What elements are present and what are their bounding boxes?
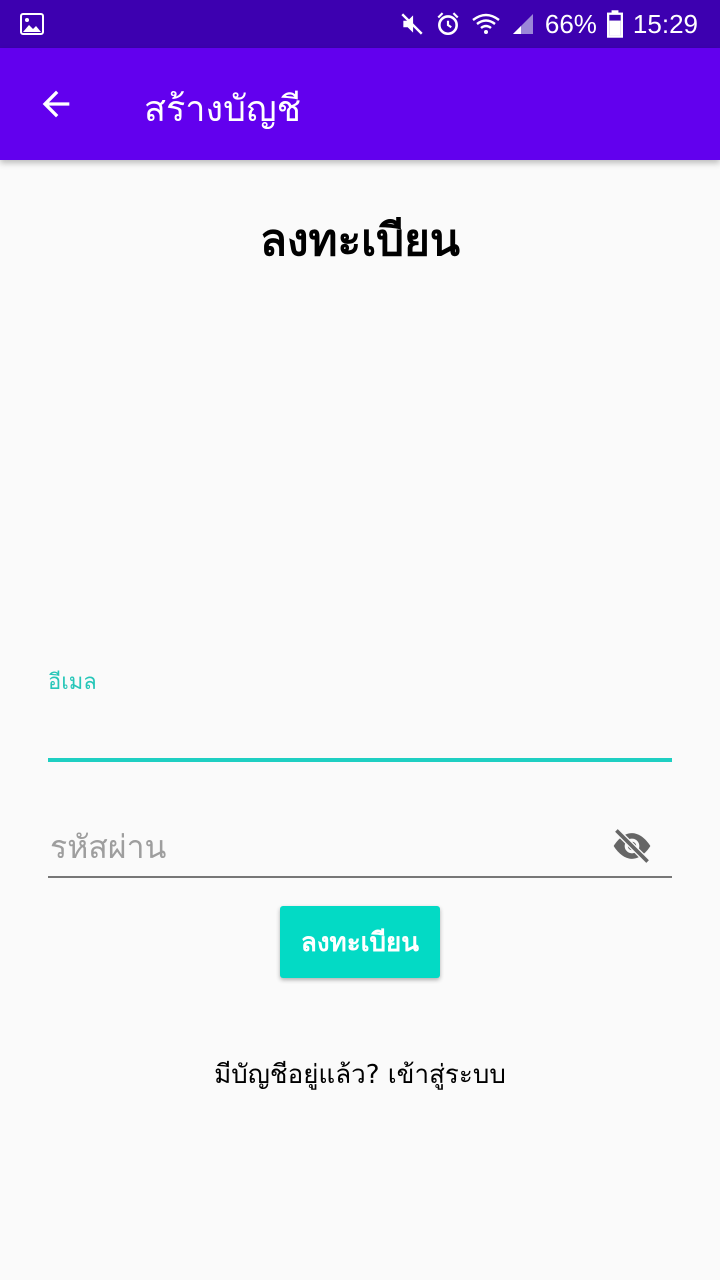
battery-icon <box>606 10 623 38</box>
email-underline <box>48 758 672 762</box>
register-button[interactable]: ลงทะเบียน <box>280 906 440 978</box>
alarm-icon <box>437 12 459 36</box>
password-underline <box>48 876 672 878</box>
mute-icon <box>401 13 423 35</box>
eye-off-icon[interactable] <box>608 824 656 868</box>
email-field[interactable] <box>48 700 676 758</box>
status-bar: 66% 15:29 <box>0 0 720 48</box>
arrow-back-icon[interactable] <box>36 84 76 124</box>
password-field[interactable] <box>48 822 612 872</box>
clock: 15:29 <box>632 8 698 39</box>
app-bar-title: สร้างบัญชี <box>144 89 302 130</box>
gallery-icon <box>20 13 44 35</box>
app-bar: สร้างบัญชี <box>0 48 720 160</box>
signal-icon <box>512 14 533 34</box>
battery-percent: 66% <box>544 8 597 39</box>
wifi-icon <box>472 13 500 34</box>
status-right: 66% 15:29 <box>399 0 698 48</box>
page-title: ลงทะเบียน <box>260 215 460 266</box>
email-label: อีเมล <box>48 670 97 695</box>
login-link[interactable]: มีบัญชีอยู่แล้ว? เข้าสู่ระบบ <box>0 1054 720 1095</box>
